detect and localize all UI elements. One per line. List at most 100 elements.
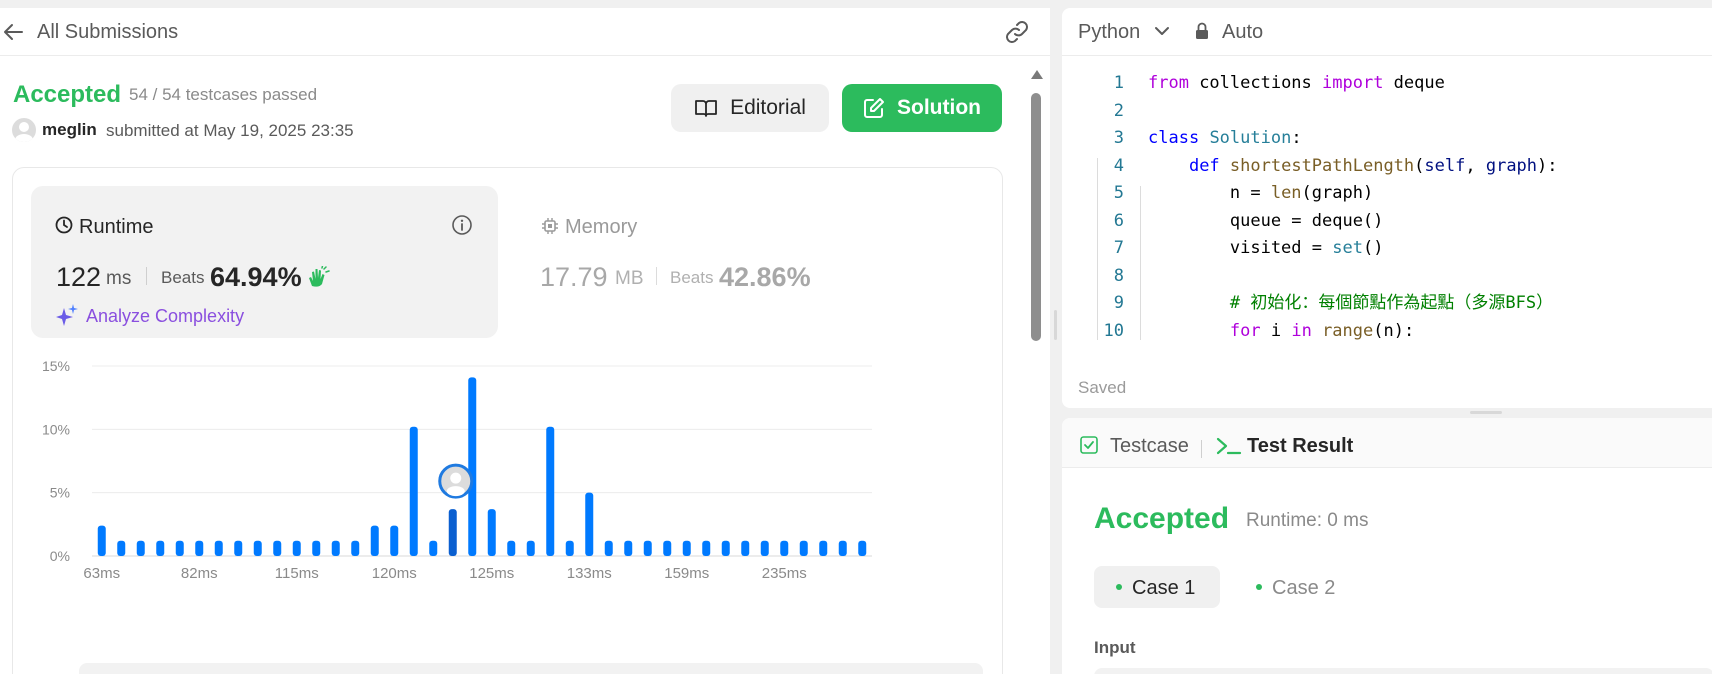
chart-bar[interactable]: [448, 509, 457, 556]
case-2-label[interactable]: Case 2: [1272, 577, 1335, 600]
chart-bar[interactable]: [546, 426, 555, 556]
code-line[interactable]: 3 class Solution:: [1062, 125, 1712, 153]
code-line[interactable]: 5 n = len(graph): [1062, 180, 1712, 208]
chart-bar[interactable]: [507, 540, 516, 556]
chart-bar[interactable]: [429, 540, 438, 556]
auto-mode-label[interactable]: Auto: [1222, 21, 1263, 44]
code-token: (): [1362, 238, 1384, 258]
tab-test-result[interactable]: Test Result: [1247, 435, 1353, 458]
chart-bar[interactable]: [136, 540, 145, 556]
chart-bar[interactable]: [565, 540, 574, 556]
code-text: visited = set(): [1148, 235, 1384, 263]
solution-button[interactable]: Solution: [842, 84, 1002, 132]
chart-bar[interactable]: [682, 540, 691, 556]
code-area[interactable]: 1 from collections import deque 2 3 class So…: [1062, 70, 1712, 345]
code-line[interactable]: 7 visited = set(): [1062, 235, 1712, 263]
chart-bar[interactable]: [409, 426, 418, 556]
terminal-icon: [1216, 437, 1242, 455]
chart-bar[interactable]: [195, 540, 204, 556]
author-name[interactable]: meglin: [42, 120, 97, 140]
case-1-label[interactable]: Case 1: [1132, 577, 1195, 600]
code-line[interactable]: 6 queue = deque(): [1062, 208, 1712, 236]
chart-bar[interactable]: [156, 540, 165, 556]
code-line[interactable]: 9 # 初始化：每個節點作為起點（多源BFS）: [1062, 290, 1712, 318]
info-icon[interactable]: [451, 214, 473, 236]
code-token: len: [1270, 183, 1302, 203]
chart-bar[interactable]: [760, 540, 769, 556]
chart-bar[interactable]: [312, 540, 321, 556]
scroll-up-arrow-icon[interactable]: [1031, 70, 1043, 79]
chart-bar[interactable]: [799, 540, 808, 556]
memory-value: 17.79: [540, 262, 608, 292]
y-tick-label: 5%: [50, 485, 70, 501]
code-token: from: [1148, 73, 1189, 93]
chart-bar[interactable]: [526, 540, 535, 556]
chart-bar[interactable]: [643, 540, 652, 556]
line-number: 7: [1113, 238, 1124, 258]
language-select[interactable]: Python: [1078, 21, 1140, 44]
memory-label[interactable]: Memory: [565, 216, 637, 239]
horizontal-splitter-handle[interactable]: [1470, 411, 1502, 414]
test-result-panel: Testcase Test Result Accepted Runtime: 0…: [1062, 418, 1712, 674]
chart-bar[interactable]: [331, 540, 340, 556]
line-number: 8: [1113, 265, 1124, 286]
chart-bar[interactable]: [97, 525, 106, 556]
chevron-down-icon[interactable]: [1154, 24, 1170, 38]
chart-bar[interactable]: [214, 540, 223, 556]
chart-bar[interactable]: [468, 377, 477, 556]
chart-bar[interactable]: [292, 540, 301, 556]
chart-bar[interactable]: [175, 540, 184, 556]
chart-bar[interactable]: [702, 540, 711, 556]
all-submissions-link[interactable]: All Submissions: [37, 21, 178, 44]
code-line[interactable]: 2: [1062, 98, 1712, 126]
chart-range-selector[interactable]: [79, 663, 983, 674]
editorial-button[interactable]: Editorial: [671, 84, 829, 132]
code-line[interactable]: 1 from collections import deque: [1062, 70, 1712, 98]
scrollbar-thumb[interactable]: [1031, 93, 1041, 341]
chart-bar[interactable]: [819, 540, 828, 556]
back-arrow-icon[interactable]: [2, 22, 24, 42]
chart-bar[interactable]: [351, 540, 360, 556]
code-line[interactable]: 4 def shortestPathLength(self, graph):: [1062, 153, 1712, 181]
chart-bar[interactable]: [585, 492, 594, 556]
code-token: collections: [1188, 73, 1323, 93]
chart-bar[interactable]: [838, 540, 847, 556]
chart-bar[interactable]: [273, 540, 282, 556]
chart-bar[interactable]: [624, 540, 633, 556]
link-icon[interactable]: [1003, 20, 1031, 44]
chart-bar[interactable]: [604, 540, 613, 556]
tab-testcase[interactable]: Testcase: [1110, 435, 1189, 458]
chart-bar[interactable]: [858, 540, 867, 556]
edit-icon: [864, 98, 884, 118]
chart-bar[interactable]: [663, 540, 672, 556]
splitter-handle[interactable]: [1054, 310, 1057, 340]
analyze-complexity-link[interactable]: Analyze Complexity: [86, 306, 244, 327]
case-2-pass-dot: [1256, 584, 1262, 590]
runtime-divider: [146, 267, 147, 285]
code-line[interactable]: 10 for i in range(n):: [1062, 318, 1712, 346]
chart-bar[interactable]: [390, 525, 399, 556]
chart-bar[interactable]: [370, 525, 379, 556]
code-line[interactable]: 8: [1062, 263, 1712, 291]
runtime-value: 122: [56, 262, 102, 292]
chart-bar[interactable]: [780, 540, 789, 556]
code-token: def: [1188, 155, 1220, 176]
your-submission-marker-icon[interactable]: [438, 463, 474, 499]
chart-bar[interactable]: [253, 540, 262, 556]
editorial-label: Editorial: [730, 96, 806, 119]
code-token: :: [1291, 128, 1302, 148]
chart-bar[interactable]: [721, 540, 730, 556]
chart-bar[interactable]: [741, 540, 750, 556]
indent-guide: [1097, 158, 1098, 340]
chart-bar[interactable]: [117, 540, 126, 556]
chart-bar[interactable]: [234, 540, 243, 556]
code-token: for: [1229, 320, 1261, 341]
code-text: for i in range(n):: [1148, 318, 1414, 346]
chart-bar[interactable]: [487, 509, 496, 556]
author-avatar[interactable]: [12, 118, 36, 142]
input-value-box: [1094, 668, 1712, 674]
